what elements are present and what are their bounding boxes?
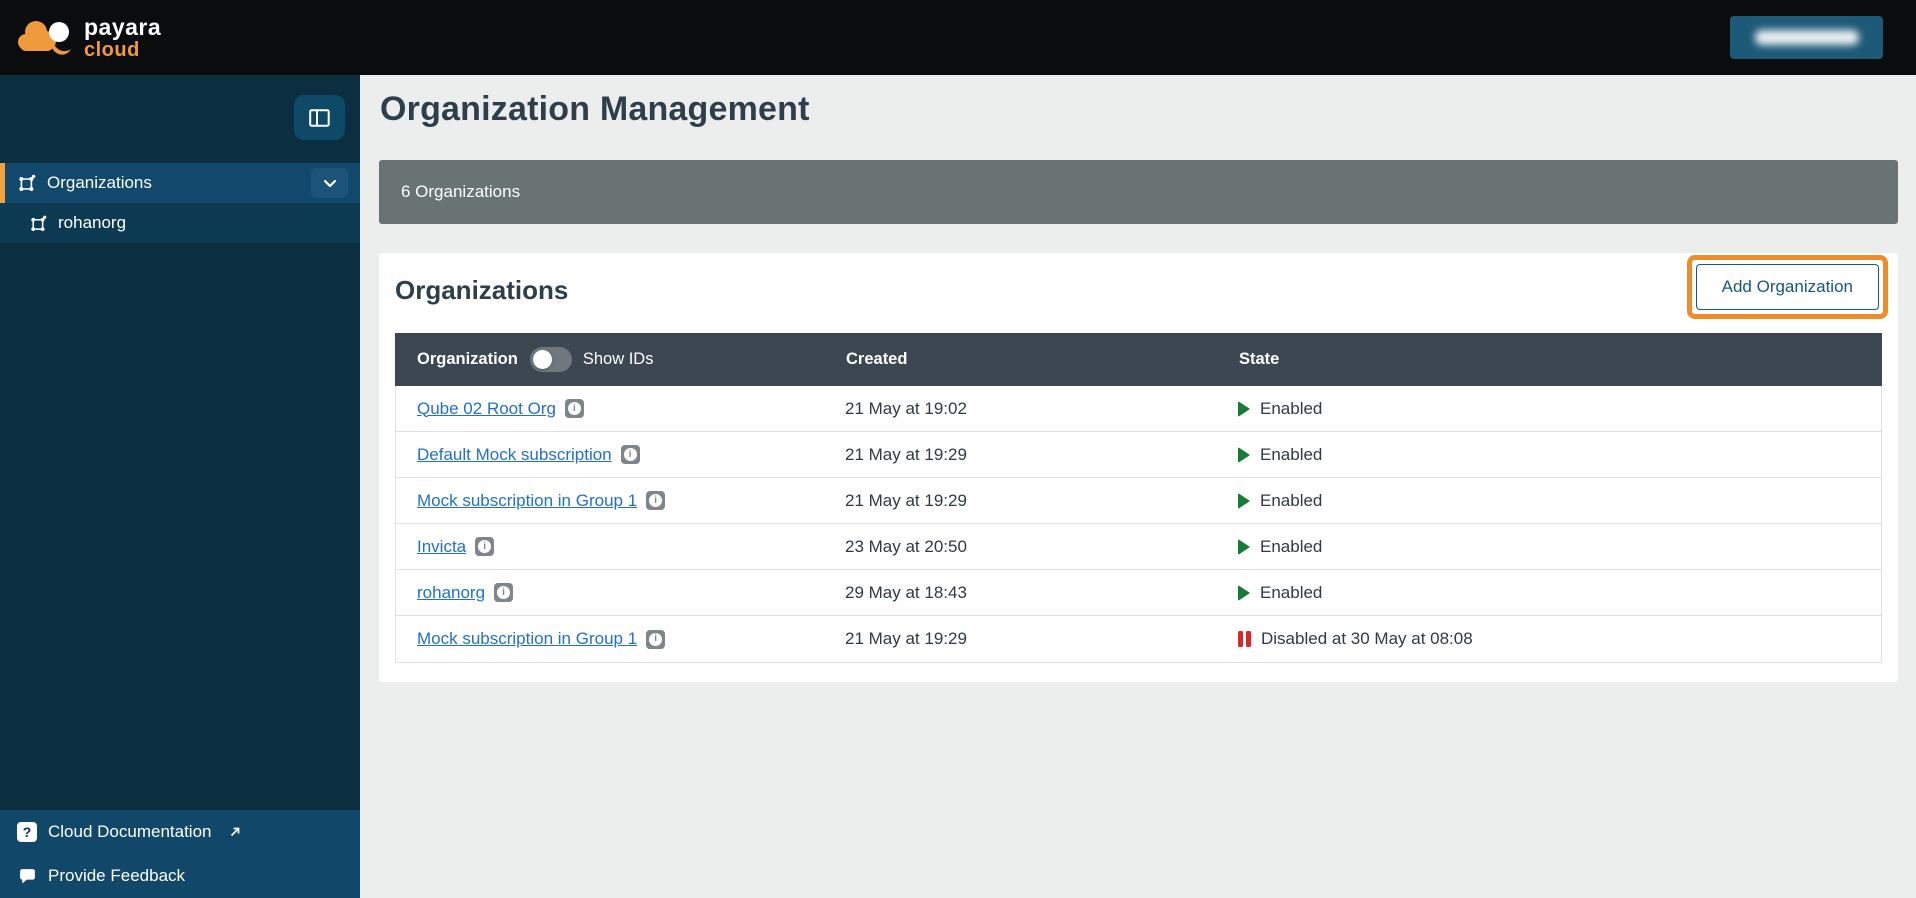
created-cell: 21 May at 19:02 <box>824 399 1217 419</box>
organization-icon <box>18 174 36 192</box>
organizations-summary-bar: 6 Organizations <box>379 160 1898 224</box>
state-cell: Enabled <box>1217 491 1881 511</box>
table-row: Qube 02 Root Org i 21 May at 19:02 Enabl… <box>396 386 1881 432</box>
info-icon[interactable]: i <box>475 537 494 556</box>
card-title: Organizations <box>395 275 568 306</box>
table-header: Organization Show IDs Created State <box>395 333 1882 386</box>
state-icon <box>1238 539 1250 555</box>
column-header-label: Organization <box>417 350 518 369</box>
state-cell: Enabled <box>1217 445 1881 465</box>
info-icon[interactable]: i <box>565 399 584 418</box>
organization-cell: Qube 02 Root Org i <box>396 399 824 419</box>
state-label: Enabled <box>1260 399 1322 419</box>
created-cell: 29 May at 18:43 <box>824 583 1217 603</box>
column-header-state: State <box>1217 350 1882 369</box>
table-row: Mock subscription in Group 1 i 21 May at… <box>396 478 1881 524</box>
show-ids-toggle[interactable] <box>530 347 572 372</box>
state-label: Enabled <box>1260 583 1322 603</box>
logo-wordmark: payara cloud <box>84 16 161 60</box>
help-icon: ? <box>17 822 37 842</box>
org-link[interactable]: rohanorg <box>417 583 485 603</box>
organizations-card: Organizations Add Organization Organizat… <box>379 253 1898 682</box>
state-cell: Disabled at 30 May at 08:08 <box>1217 629 1881 649</box>
table-row: Mock subscription in Group 1 i 21 May at… <box>396 616 1881 662</box>
external-link-icon <box>229 826 241 838</box>
state-icon <box>1238 401 1250 417</box>
organization-cell: Default Mock subscription i <box>396 445 824 465</box>
state-label: Enabled <box>1260 491 1322 511</box>
table-row: Default Mock subscription i 21 May at 19… <box>396 432 1881 478</box>
sidebar-footer: ? Cloud Documentation Provide Feedback <box>0 810 360 898</box>
logo-line1: payara <box>84 16 161 39</box>
state-icon <box>1238 447 1250 463</box>
add-organization-button[interactable]: Add Organization <box>1696 264 1879 310</box>
sidebar-collapse-button[interactable] <box>294 95 345 140</box>
org-link[interactable]: Invicta <box>417 537 466 557</box>
payara-cloud-logo: payara cloud <box>16 16 161 60</box>
sidebar-item-organizations[interactable]: Organizations <box>0 163 360 203</box>
organization-cell: Invicta i <box>396 537 824 557</box>
top-header: payara cloud <box>0 0 1916 75</box>
annotation-highlight: Add Organization <box>1687 255 1888 319</box>
summary-bar-label: 6 Organizations <box>401 182 520 202</box>
user-name-redacted <box>1755 30 1859 45</box>
info-icon[interactable]: i <box>621 445 640 464</box>
created-cell: 21 May at 19:29 <box>824 629 1217 649</box>
organization-icon <box>30 215 47 232</box>
feedback-icon <box>17 868 37 885</box>
collapse-organizations-button[interactable] <box>311 168 348 198</box>
organization-cell: Mock subscription in Group 1 i <box>396 629 824 649</box>
state-label: Enabled <box>1260 445 1322 465</box>
footer-item-label: Provide Feedback <box>48 866 185 886</box>
org-link[interactable]: Mock subscription in Group 1 <box>417 629 637 649</box>
state-cell: Enabled <box>1217 583 1881 603</box>
org-link[interactable]: Mock subscription in Group 1 <box>417 491 637 511</box>
organizations-table: Organization Show IDs Created State Qube… <box>395 333 1882 663</box>
main-content: Organization Management 6 Organizations … <box>360 75 1916 898</box>
created-cell: 21 May at 19:29 <box>824 491 1217 511</box>
sidebar-item-rohanorg[interactable]: rohanorg <box>0 203 360 243</box>
info-icon[interactable]: i <box>494 583 513 602</box>
state-icon <box>1238 631 1251 647</box>
page-title: Organization Management <box>380 90 810 129</box>
chevron-down-icon <box>323 179 337 188</box>
info-icon[interactable]: i <box>646 630 665 649</box>
logo-line2: cloud <box>84 40 161 60</box>
sidebar-item-label: rohanorg <box>58 213 126 233</box>
organization-cell: rohanorg i <box>396 583 824 603</box>
sidebar-item-label: Organizations <box>47 173 152 193</box>
org-link[interactable]: Default Mock subscription <box>417 445 612 465</box>
organization-cell: Mock subscription in Group 1 i <box>396 491 824 511</box>
table-row: Invicta i 23 May at 20:50 Enabled <box>396 524 1881 570</box>
show-ids-label: Show IDs <box>583 350 654 369</box>
state-cell: Enabled <box>1217 537 1881 557</box>
footer-item-label: Cloud Documentation <box>48 822 211 842</box>
sidebar-collapse-icon <box>309 109 330 127</box>
state-label: Enabled <box>1260 537 1322 557</box>
table-body: Qube 02 Root Org i 21 May at 19:02 Enabl… <box>395 386 1882 663</box>
column-header-created: Created <box>824 350 1217 369</box>
sidebar-item-cloud-documentation[interactable]: ? Cloud Documentation <box>0 810 360 854</box>
state-icon <box>1238 585 1250 601</box>
toggle-knob <box>533 350 552 369</box>
info-icon[interactable]: i <box>646 491 665 510</box>
sidebar-item-provide-feedback[interactable]: Provide Feedback <box>0 854 360 898</box>
state-label: Disabled at 30 May at 08:08 <box>1261 629 1473 649</box>
user-menu-button[interactable] <box>1730 16 1883 59</box>
created-cell: 23 May at 20:50 <box>824 537 1217 557</box>
state-icon <box>1238 493 1250 509</box>
table-row: rohanorg i 29 May at 18:43 Enabled <box>396 570 1881 616</box>
column-header-organization: Organization Show IDs <box>395 347 824 372</box>
payara-cloud-logo-icon <box>16 16 74 60</box>
sidebar: Organizations rohanorg ? <box>0 75 360 898</box>
created-cell: 21 May at 19:29 <box>824 445 1217 465</box>
state-cell: Enabled <box>1217 399 1881 419</box>
org-link[interactable]: Qube 02 Root Org <box>417 399 556 419</box>
